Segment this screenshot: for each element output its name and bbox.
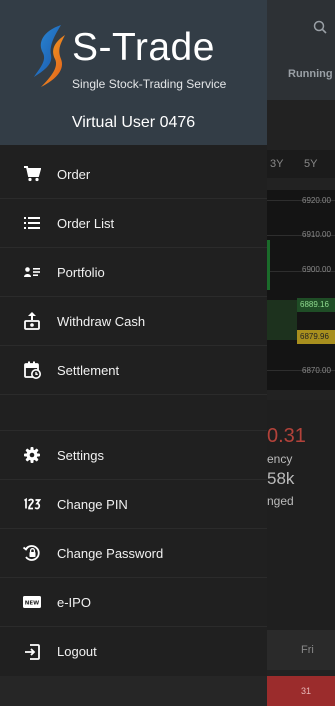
menu-item-label: Change PIN <box>57 496 128 512</box>
drawer-header: S-Trade Single Stock-Trading Service Vir… <box>0 0 267 145</box>
svg-text:NEW: NEW <box>25 601 39 607</box>
list-icon <box>22 213 42 233</box>
price-tick: 6910.00 <box>302 230 331 239</box>
lock-reset-icon <box>22 543 42 563</box>
calendar-clock-icon <box>22 360 42 380</box>
quote-volume: 58k <box>267 469 295 488</box>
background-footer <box>0 676 267 706</box>
user-name: Virtual User 0476 <box>71 114 196 131</box>
background-toolbar <box>267 0 335 100</box>
quote-text: ency <box>267 452 293 466</box>
candle <box>267 240 270 290</box>
brand-title: S-Trade <box>72 26 215 69</box>
price-tag-last: 6889.16 <box>297 298 335 312</box>
drawer-menu: Order Order List Portfolio Withdraw Cash <box>0 150 267 676</box>
range-3y[interactable]: 3Y <box>270 158 283 170</box>
menu-item-label: Settings <box>57 447 104 463</box>
new-badge-icon: NEW <box>22 592 42 612</box>
calendar-date: 31 <box>301 686 312 696</box>
logout-icon <box>22 642 42 662</box>
menu-item-label: Order <box>57 166 91 182</box>
menu-item-change-pin[interactable]: Change PIN <box>0 480 267 529</box>
price-chart <box>267 190 335 390</box>
menu-item-label: Change Password <box>57 545 164 561</box>
menu-item-e-ipo[interactable]: NEW e-IPO <box>0 578 267 627</box>
menu-item-label: Order List <box>57 215 115 231</box>
candle-band <box>267 300 297 340</box>
s-trade-logo-icon <box>31 21 69 91</box>
portfolio-icon <box>22 262 42 282</box>
menu-item-label: Withdraw Cash <box>57 313 146 329</box>
price-tag-ref: 6879.96 <box>297 330 335 344</box>
quote-text: nged <box>267 494 294 508</box>
navigation-drawer: S-Trade Single Stock-Trading Service Vir… <box>0 0 267 676</box>
price-tick: 6920.00 <box>302 196 331 205</box>
menu-item-portfolio[interactable]: Portfolio <box>0 248 267 297</box>
pin-123-icon <box>22 494 42 514</box>
menu-item-label: Logout <box>57 644 97 659</box>
menu-item-withdraw-cash[interactable]: Withdraw Cash <box>0 297 267 346</box>
withdraw-cash-icon <box>22 311 42 331</box>
menu-item-change-password[interactable]: Change Password <box>0 529 267 578</box>
menu-divider <box>0 395 267 431</box>
menu-item-order[interactable]: Order <box>0 150 267 199</box>
change-value: 0.31 <box>267 425 306 447</box>
menu-item-label: e-IPO <box>57 594 91 610</box>
menu-item-logout[interactable]: Logout <box>0 627 267 676</box>
menu-item-settlement[interactable]: Settlement <box>0 346 267 395</box>
menu-item-settings[interactable]: Settings <box>0 431 267 480</box>
menu-item-label: Portfolio <box>57 264 105 280</box>
menu-item-order-list[interactable]: Order List <box>0 199 267 248</box>
range-selector: 3Y 5Y <box>267 150 335 178</box>
price-tick: 6870.00 <box>302 366 331 375</box>
cart-icon <box>22 164 42 184</box>
app-root: Running 3Y 5Y 6920.00 6910.00 6900.00 68… <box>0 0 335 706</box>
weekday-label: Fri <box>301 644 314 656</box>
brand-subtitle: Single Stock-Trading Service <box>72 77 227 91</box>
range-5y[interactable]: 5Y <box>304 158 317 170</box>
search-icon[interactable] <box>313 20 327 38</box>
tab-running[interactable]: Running <box>288 68 333 80</box>
price-tick: 6900.00 <box>302 265 331 274</box>
menu-item-label: Settlement <box>57 362 120 378</box>
gear-icon <box>22 445 42 465</box>
